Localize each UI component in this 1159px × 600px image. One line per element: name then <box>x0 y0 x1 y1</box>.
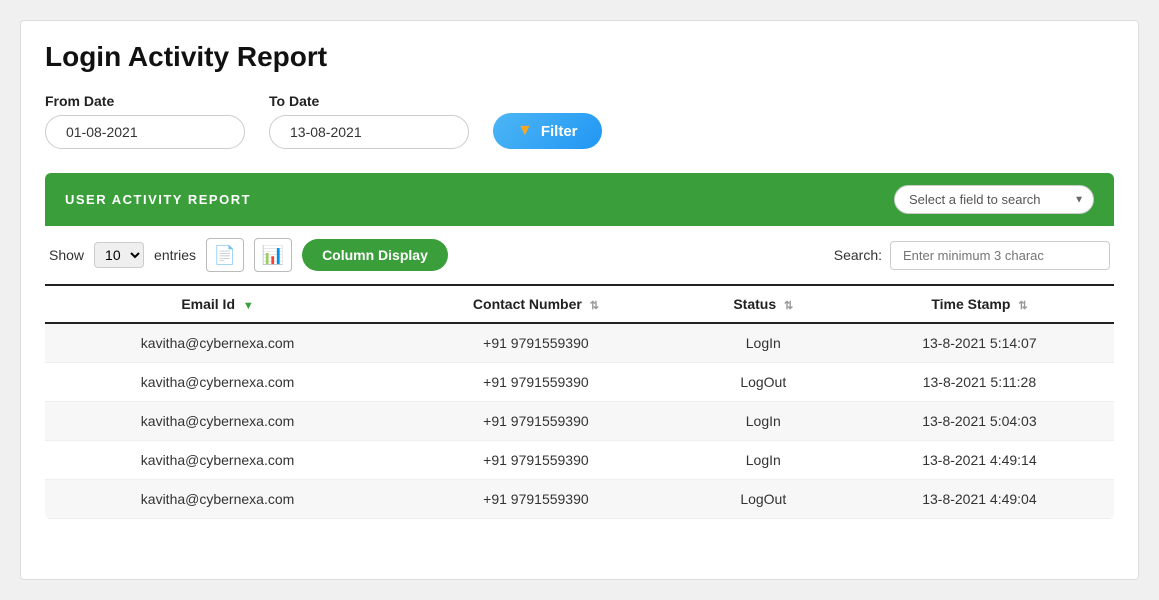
filter-button-label: Filter <box>541 123 578 140</box>
table-row: kavitha@cybernexa.com +91 9791559390 Log… <box>45 480 1114 519</box>
table-row: kavitha@cybernexa.com +91 9791559390 Log… <box>45 363 1114 402</box>
pdf-icon: 📄 <box>214 245 236 266</box>
col-email: Email Id ▼ <box>45 285 390 323</box>
cell-timestamp: 13-8-2021 5:14:07 <box>845 323 1114 363</box>
col-status: Status ⇅ <box>682 285 845 323</box>
sort-timestamp-icon[interactable]: ⇅ <box>1018 300 1027 312</box>
sort-status-icon[interactable]: ⇅ <box>784 300 793 312</box>
cell-email: kavitha@cybernexa.com <box>45 363 390 402</box>
cell-status: LogIn <box>682 323 845 363</box>
table-row: kavitha@cybernexa.com +91 9791559390 Log… <box>45 441 1114 480</box>
cell-timestamp: 13-8-2021 5:04:03 <box>845 402 1114 441</box>
from-date-field: From Date <box>45 93 245 149</box>
controls-left: Show 10 entries 📄 📊 Column Display <box>49 238 448 272</box>
cell-timestamp: 13-8-2021 4:49:04 <box>845 480 1114 519</box>
search-input[interactable] <box>890 241 1110 270</box>
show-label: Show <box>49 247 84 263</box>
cell-email: kavitha@cybernexa.com <box>45 441 390 480</box>
table-section: USER ACTIVITY REPORT Select a field to s… <box>45 173 1114 519</box>
cell-contact: +91 9791559390 <box>390 323 682 363</box>
to-date-input[interactable] <box>269 115 469 149</box>
to-date-field: To Date <box>269 93 469 149</box>
table-section-title: USER ACTIVITY REPORT <box>65 192 251 207</box>
from-date-input[interactable] <box>45 115 245 149</box>
page-title: Login Activity Report <box>45 41 1114 73</box>
filter-button[interactable]: ▼ Filter <box>493 113 602 149</box>
table-wrapper[interactable]: Email Id ▼ Contact Number ⇅ Status ⇅ T <box>45 284 1114 519</box>
cell-email: kavitha@cybernexa.com <box>45 402 390 441</box>
cell-timestamp: 13-8-2021 4:49:14 <box>845 441 1114 480</box>
sort-contact-icon[interactable]: ⇅ <box>590 300 599 312</box>
pdf-export-button[interactable]: 📄 <box>206 238 244 272</box>
cell-contact: +91 9791559390 <box>390 480 682 519</box>
activity-table: Email Id ▼ Contact Number ⇅ Status ⇅ T <box>45 284 1114 519</box>
to-date-label: To Date <box>269 93 469 109</box>
from-date-label: From Date <box>45 93 245 109</box>
xls-icon: 📊 <box>262 245 284 266</box>
cell-status: LogOut <box>682 363 845 402</box>
filter-icon: ▼ <box>517 122 533 140</box>
controls-right: Search: <box>834 241 1110 270</box>
cell-status: LogIn <box>682 402 845 441</box>
table-header-row: Email Id ▼ Contact Number ⇅ Status ⇅ T <box>45 285 1114 323</box>
cell-email: kavitha@cybernexa.com <box>45 480 390 519</box>
sort-email-icon[interactable]: ▼ <box>243 300 254 312</box>
table-row: kavitha@cybernexa.com +91 9791559390 Log… <box>45 402 1114 441</box>
xls-export-button[interactable]: 📊 <box>254 238 292 272</box>
entries-select[interactable]: 10 <box>94 242 144 268</box>
cell-contact: +91 9791559390 <box>390 441 682 480</box>
cell-status: LogOut <box>682 480 845 519</box>
field-search-select[interactable]: Select a field to search <box>894 185 1094 214</box>
cell-contact: +91 9791559390 <box>390 363 682 402</box>
filter-row: From Date To Date ▼ Filter <box>45 93 1114 149</box>
search-label: Search: <box>834 247 882 263</box>
cell-email: kavitha@cybernexa.com <box>45 323 390 363</box>
col-contact: Contact Number ⇅ <box>390 285 682 323</box>
cell-contact: +91 9791559390 <box>390 402 682 441</box>
field-search-wrapper: Select a field to search <box>894 185 1094 214</box>
table-header-bar: USER ACTIVITY REPORT Select a field to s… <box>45 173 1114 226</box>
entries-label: entries <box>154 247 196 263</box>
cell-timestamp: 13-8-2021 5:11:28 <box>845 363 1114 402</box>
column-display-button[interactable]: Column Display <box>302 239 448 271</box>
table-row: kavitha@cybernexa.com +91 9791559390 Log… <box>45 323 1114 363</box>
cell-status: LogIn <box>682 441 845 480</box>
controls-row: Show 10 entries 📄 📊 Column Display Searc… <box>45 226 1114 284</box>
col-timestamp: Time Stamp ⇅ <box>845 285 1114 323</box>
